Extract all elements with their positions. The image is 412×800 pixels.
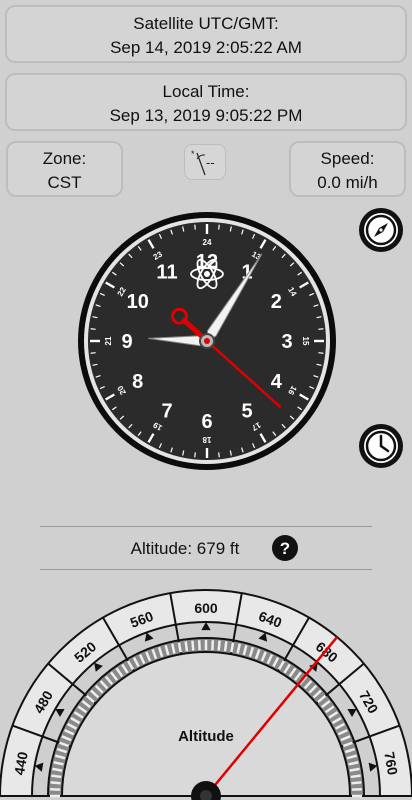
satellite-status-text: -- xyxy=(206,155,215,170)
help-icon: ? xyxy=(272,535,298,561)
clock-tick xyxy=(318,352,324,354)
speed-panel: Speed: 0.0 mi/h xyxy=(289,141,406,197)
gauge-minor-tick xyxy=(191,640,195,651)
clock-24h-number: 21 xyxy=(104,336,113,345)
clock-hour-number: 11 xyxy=(156,262,177,284)
clock-icon xyxy=(359,424,403,468)
local-time-label: Local Time: xyxy=(162,82,250,101)
clock-hour-number: 8 xyxy=(132,371,143,393)
utc-time-panel: Satellite UTC/GMT: Sep 14, 2019 2:05:22 … xyxy=(5,5,407,63)
altitude-gauge: 440480520560 600 640680720760 Altitude xyxy=(0,589,412,800)
clock-hour-number: 5 xyxy=(241,400,252,422)
gauge-minor-tick xyxy=(184,641,189,652)
clock-tick xyxy=(318,328,324,330)
clock-24h-number: 24 xyxy=(203,238,212,247)
clock-hour-number: 4 xyxy=(271,371,283,393)
gauge-minor-tick xyxy=(51,774,62,779)
clock-tick xyxy=(90,352,96,354)
clock-hour-number: 3 xyxy=(281,331,292,353)
zone-value: CST xyxy=(47,173,82,192)
clock-hour-number: 10 xyxy=(127,291,149,313)
clock-hour-number: 2 xyxy=(271,291,282,313)
satellite-status-button[interactable]: * -- xyxy=(184,144,226,180)
clock-tick xyxy=(218,224,220,230)
satellite-icon: * -- xyxy=(191,149,215,176)
compass-button[interactable] xyxy=(357,206,405,254)
local-time-value: Sep 13, 2019 9:05:22 PM xyxy=(109,106,303,125)
clock-tick xyxy=(194,452,196,458)
utc-value: Sep 14, 2019 2:05:22 AM xyxy=(110,38,302,57)
divider xyxy=(40,526,372,527)
gauge-minor-tick xyxy=(223,641,228,652)
clock-hour-number: 6 xyxy=(201,411,212,433)
compass-icon xyxy=(359,208,403,252)
clock-tick xyxy=(194,224,196,230)
altitude-scale-label: 600 xyxy=(194,600,218,616)
speed-value: 0.0 mi/h xyxy=(317,173,378,192)
speed-label: Speed: xyxy=(320,149,375,168)
clock-24h-number: 15 xyxy=(301,337,310,346)
gauge-minor-tick xyxy=(350,774,361,779)
gauge-minor-tick xyxy=(230,642,235,653)
clock-tick xyxy=(90,328,96,330)
divider xyxy=(40,569,372,570)
gauge-minor-tick xyxy=(50,781,61,785)
gauge-minor-tick xyxy=(349,767,360,772)
clock-hour-number: 9 xyxy=(121,331,132,353)
gauge-title: Altitude xyxy=(178,728,234,745)
clock-button[interactable] xyxy=(357,422,405,470)
clock-tick xyxy=(218,452,220,458)
gauge-minor-tick xyxy=(351,781,362,785)
utc-label: Satellite UTC/GMT: xyxy=(133,14,279,33)
gauge-minor-tick xyxy=(52,767,63,772)
gauge-minor-tick xyxy=(177,642,182,653)
svg-text:*: * xyxy=(191,149,195,159)
svg-text:?: ? xyxy=(280,539,290,558)
gauge-minor-tick xyxy=(217,640,221,651)
clock-24h-number: 18 xyxy=(202,435,211,444)
zone-panel: Zone: CST xyxy=(6,141,123,197)
local-time-panel: Local Time: Sep 13, 2019 9:05:22 PM xyxy=(5,73,407,131)
zone-label: Zone: xyxy=(42,149,87,168)
help-button[interactable]: ? xyxy=(271,534,299,562)
analog-clock: 241314151617181920212223 12 1234567891011 xyxy=(78,212,336,470)
altitude-label: Altitude: 679 ft xyxy=(130,539,240,558)
clock-hour-number: 7 xyxy=(161,400,172,422)
